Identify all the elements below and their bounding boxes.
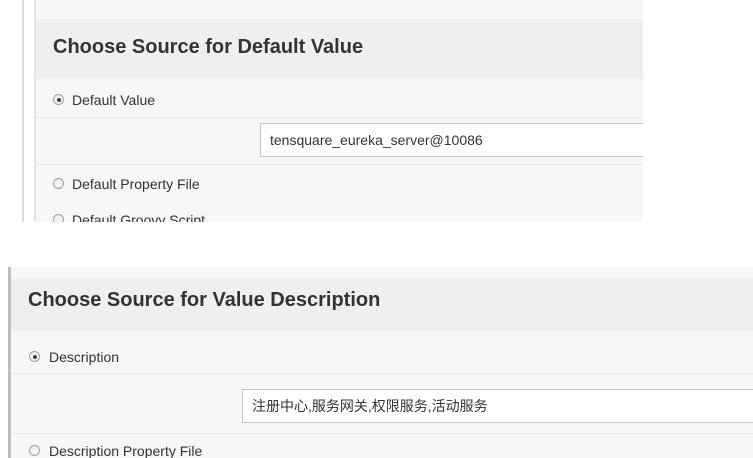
description-input-row: 注册中心,服务网关,权限服务,活动服务 — [0, 389, 753, 425]
description-input[interactable]: 注册中心,服务网关,权限服务,活动服务 — [242, 389, 753, 423]
divider — [36, 20, 643, 21]
radio-button[interactable] — [53, 214, 64, 222]
option-label: Default Property File — [72, 176, 200, 192]
option-label: Description — [49, 349, 120, 365]
divider — [36, 164, 643, 165]
option-label: Description Property File — [49, 443, 203, 458]
value-description-panel: Choose Source for Value Description Desc… — [0, 267, 753, 458]
option-label: Default Groovy Script — [72, 212, 206, 222]
default-value-panel: Choose Source for Default Value Default … — [0, 0, 643, 222]
default-groovy-script-option[interactable]: Default Groovy Script — [0, 210, 643, 222]
section-title: Choose Source for Value Description — [11, 279, 753, 331]
section-title: Choose Source for Default Value — [36, 22, 643, 79]
radio-button-checked[interactable] — [53, 94, 64, 105]
default-value-input[interactable]: tensquare_eureka_server@10086 — [260, 123, 643, 157]
description-option[interactable]: Description — [0, 347, 753, 369]
default-property-file-option[interactable]: Default Property File — [0, 174, 643, 196]
radio-button[interactable] — [29, 445, 40, 456]
divider — [11, 433, 753, 434]
divider — [36, 117, 643, 118]
divider — [11, 373, 753, 374]
description-property-file-option[interactable]: Description Property File — [0, 441, 753, 458]
default-value-option[interactable]: Default Value — [0, 90, 643, 112]
default-value-input-row: tensquare_eureka_server@10086 — [0, 123, 643, 159]
radio-button[interactable] — [53, 178, 64, 189]
radio-button-checked[interactable] — [29, 351, 40, 362]
option-label: Default Value — [72, 92, 156, 108]
